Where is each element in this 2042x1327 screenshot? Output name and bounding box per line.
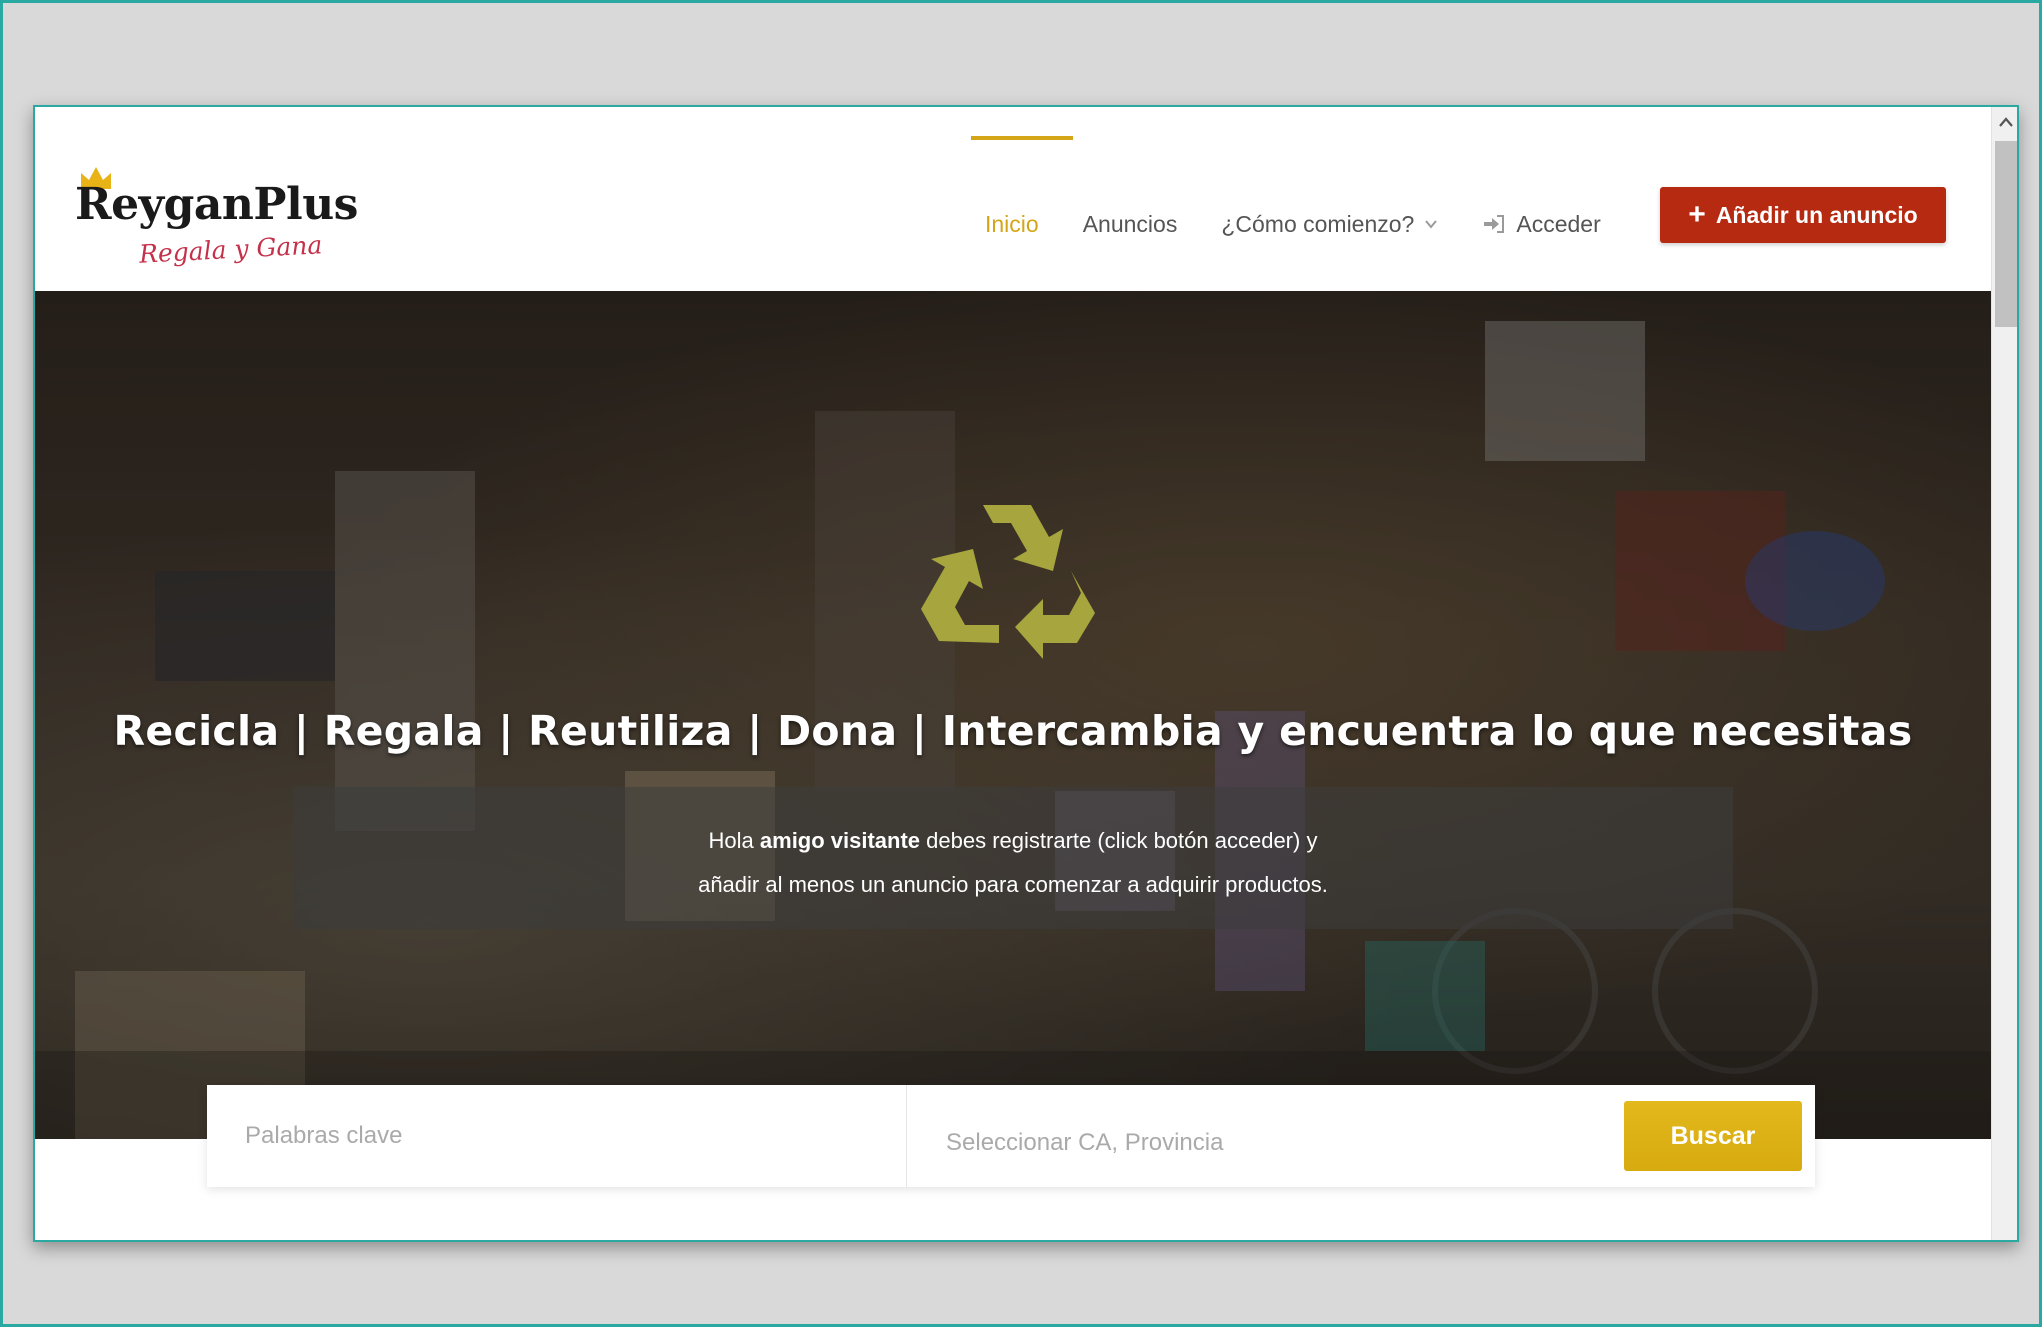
nav-item-como-comienzo[interactable]: ¿Cómo comienzo? (1221, 211, 1438, 238)
page-scrollbar[interactable] (1991, 107, 2017, 1240)
recycle-icon (921, 505, 1095, 659)
scroll-thumb[interactable] (1995, 141, 2017, 327)
add-listing-label: Añadir un anuncio (1715, 201, 1918, 228)
hero-title: Recicla | Regala | Reutiliza | Dona | In… (113, 707, 1913, 755)
site-header: ReyganPlus Regala y Gana Inicio Anuncios… (35, 107, 1991, 291)
browser-viewport: ReyganPlus Regala y Gana Inicio Anuncios… (33, 105, 2019, 1242)
location-select[interactable]: Seleccionar CA, Provincia (908, 1085, 1608, 1187)
chevron-down-icon (1425, 220, 1438, 229)
visitor-notice: Hola amigo visitante debes registrarte (… (293, 787, 1733, 929)
add-listing-button[interactable]: + Añadir un anuncio (1660, 187, 1946, 243)
keywords-placeholder: Palabras clave (245, 1122, 403, 1149)
visitor-notice-text: Hola amigo visitante debes registrarte (… (293, 819, 1733, 907)
hero-banner: Recicla | Regala | Reutiliza | Dona | In… (35, 291, 1991, 1139)
search-button-label: Buscar (1670, 1121, 1756, 1150)
logo-name: ReyganPlus (75, 179, 358, 230)
search-button[interactable]: Buscar (1624, 1101, 1802, 1171)
nav-item-anuncios[interactable]: Anuncios (1083, 211, 1178, 238)
notice-line1-pre: Hola (708, 828, 760, 853)
nav-item-label: ¿Cómo comienzo? (1221, 210, 1415, 237)
nav-item-inicio[interactable]: Inicio (985, 211, 1039, 238)
nav-item-acceder[interactable]: Acceder (1482, 210, 1601, 238)
plus-icon: + (1688, 198, 1706, 231)
logo-tagline: Regala y Gana (138, 230, 323, 269)
keywords-input[interactable]: Palabras clave (207, 1085, 907, 1187)
notice-line1-bold: amigo visitante (759, 828, 921, 853)
main-nav: Inicio Anuncios ¿Cómo comienzo? Acceder (985, 199, 1645, 249)
nav-item-label: Anuncios (1082, 210, 1178, 237)
search-bar: Palabras clave Seleccionar CA, Provincia… (207, 1085, 1815, 1187)
nav-item-label: Inicio (985, 210, 1039, 237)
nav-active-indicator (971, 136, 1073, 140)
site-logo[interactable]: ReyganPlus Regala y Gana (75, 165, 365, 275)
login-icon (1484, 215, 1505, 233)
notice-line2: añadir al menos un anuncio para comenzar… (698, 872, 1328, 897)
notice-line1-post: debes registrarte (click botón acceder) … (920, 828, 1318, 853)
nav-item-label: Acceder (1516, 210, 1601, 237)
location-placeholder: Seleccionar CA, Provincia (946, 1129, 1224, 1156)
scroll-up-arrow-icon[interactable] (1992, 111, 2017, 133)
